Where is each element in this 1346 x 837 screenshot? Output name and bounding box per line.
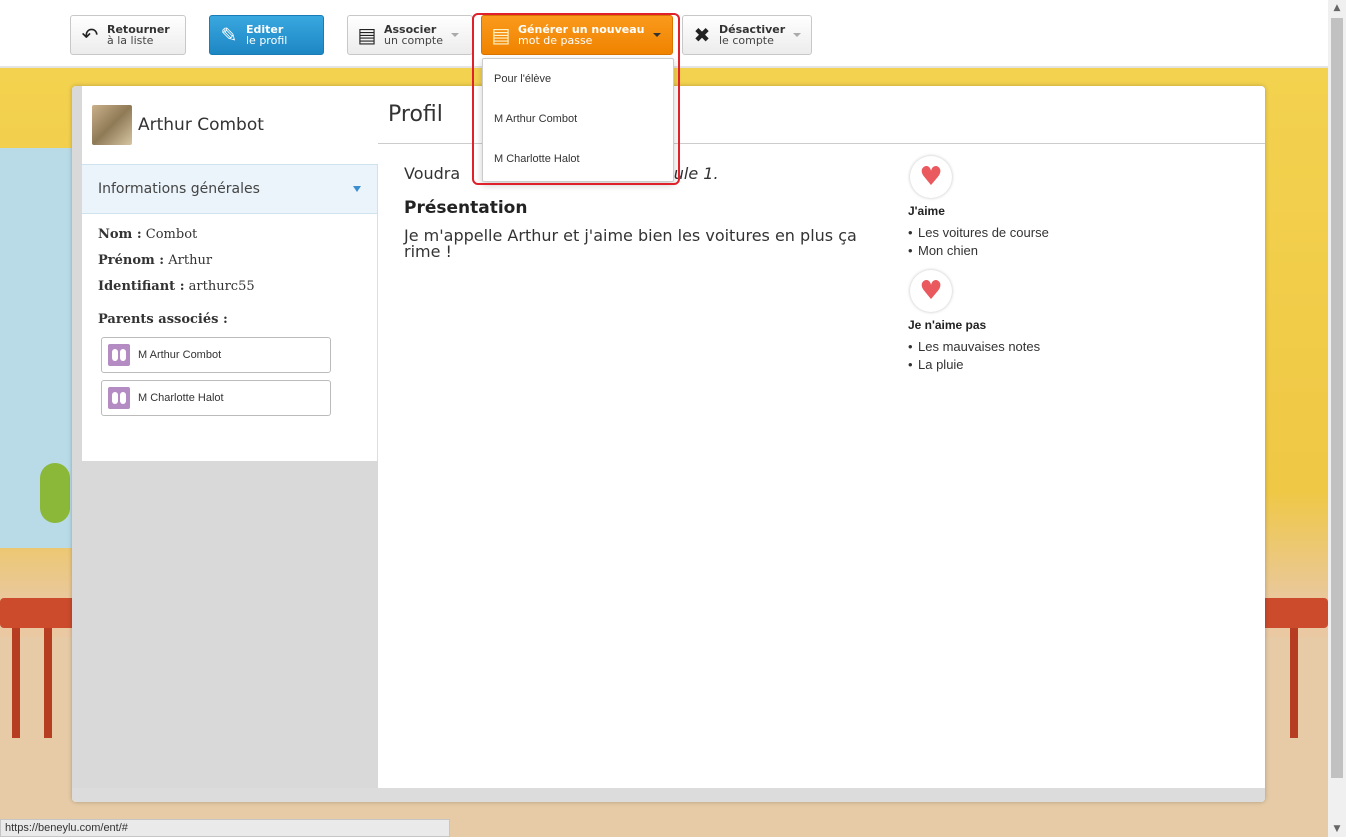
sidebar: Arthur Combot Informations générales Nom… — [72, 86, 378, 788]
dislikes-list: Les mauvaises notes La pluie — [908, 338, 1168, 374]
list-item: La pluie — [908, 356, 1168, 374]
profile-panel: Arthur Combot Informations générales Nom… — [72, 86, 1265, 802]
generate-password-button[interactable]: ▤ Générer un nouveau mot de passe — [481, 15, 673, 55]
broken-heart-icon: ♥ — [910, 270, 952, 312]
deactivate-account-button[interactable]: ✖ Désactiver le compte — [682, 15, 812, 55]
identifier-field: Identifiant : arthurc55 — [98, 279, 255, 294]
generate-password-menu: Pour l'élève M Arthur Combot M Charlotte… — [482, 58, 674, 182]
likes-list: Les voitures de course Mon chien — [908, 224, 1168, 260]
parent-icon — [108, 344, 130, 366]
chevron-down-icon — [793, 33, 802, 37]
scroll-down-icon[interactable]: ▼ — [1328, 821, 1346, 837]
likes-title: J'aime — [908, 204, 945, 218]
back-to-list-button[interactable]: ↶ Retourner à la liste — [70, 15, 186, 55]
menu-item-student[interactable]: Pour l'élève — [483, 59, 673, 99]
scrollbar-thumb[interactable] — [1331, 18, 1343, 778]
presentation-title: Présentation — [404, 198, 528, 218]
general-info-title: Informations générales — [98, 181, 260, 197]
chevron-down-icon — [652, 33, 661, 37]
list-item: Mon chien — [908, 242, 1168, 260]
parents-title: Parents associés : — [98, 312, 228, 327]
document-icon: ▤ — [491, 23, 511, 47]
list-item: Les voitures de course — [908, 224, 1168, 242]
general-info-toggle[interactable]: Informations générales — [82, 164, 377, 214]
student-card: Arthur Combot — [82, 86, 378, 164]
dislikes-title: Je n'aime pas — [908, 318, 987, 332]
chevron-down-icon — [353, 186, 361, 192]
list-item: Les mauvaises notes — [908, 338, 1168, 356]
parent-icon — [108, 387, 130, 409]
edit-profile-button[interactable]: ✎ Editer le profil — [209, 15, 324, 55]
profile-content: Profil Voudra formule 1. Présentation Je … — [378, 86, 1265, 788]
heart-icon: ♥ — [910, 156, 952, 198]
scroll-up-icon[interactable]: ▲ — [1328, 0, 1346, 16]
general-info-box: Informations générales Nom : Combot Prén… — [82, 164, 378, 461]
table-leg — [44, 628, 52, 738]
scrollbar[interactable]: ▲ ▼ — [1328, 0, 1346, 837]
parent-item[interactable]: M Arthur Combot — [101, 337, 331, 373]
first-name-field: Prénom : Arthur — [98, 253, 213, 268]
last-name-field: Nom : Combot — [98, 227, 198, 242]
chair-leg — [1290, 628, 1298, 738]
associate-account-button[interactable]: ▤ Associer un compte — [347, 15, 473, 55]
presentation-text: Je m'appelle Arthur et j'aime bien les v… — [404, 226, 857, 261]
close-icon: ✖ — [693, 23, 711, 47]
status-url: https://beneylu.com/ent/# — [0, 819, 450, 837]
menu-item-parent-arthur[interactable]: M Arthur Combot — [483, 99, 673, 139]
avatar — [92, 105, 132, 145]
table-leg — [12, 628, 20, 738]
pencil-icon: ✎ — [220, 23, 238, 47]
table-decoration — [0, 598, 80, 628]
likes-section: ♥ J'aime Les voitures de course Mon chie… — [908, 156, 1168, 374]
parent-item[interactable]: M Charlotte Halot — [101, 380, 331, 416]
chevron-down-icon — [451, 33, 459, 37]
document-icon: ▤ — [357, 23, 377, 47]
undo-icon: ↶ — [81, 23, 99, 47]
menu-item-parent-charlotte[interactable]: M Charlotte Halot — [483, 139, 673, 179]
frog-decoration — [40, 463, 70, 523]
chair-decoration — [1258, 598, 1328, 628]
student-name: Arthur Combot — [138, 115, 264, 135]
panel-footer — [72, 788, 1265, 802]
